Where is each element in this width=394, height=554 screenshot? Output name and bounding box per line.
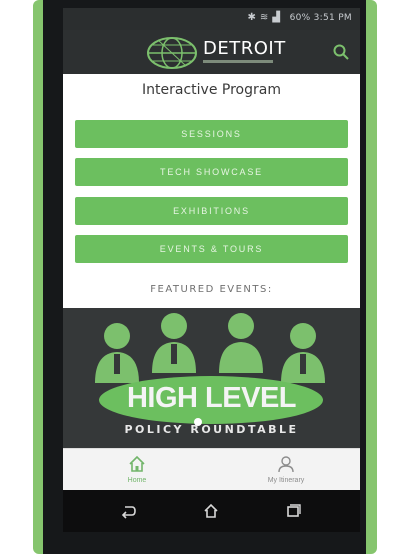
status-icons: ✱ ≋ ▟ [248, 12, 280, 23]
signal-icon: ▟ [272, 12, 280, 23]
battery-time: 60% 3:51 PM [289, 13, 352, 23]
sessions-button[interactable]: SESSIONS [75, 120, 348, 148]
featured-events-heading: FEATURED EVENTS: [150, 284, 273, 295]
featured-event-banner[interactable]: HIGH LEVEL POLICY ROUNDTABLE [63, 308, 360, 448]
tab-home-label: Home [127, 477, 147, 484]
logo-tagline-bar [203, 60, 273, 63]
wifi-icon: ≋ [259, 12, 269, 23]
recents-icon[interactable] [284, 502, 302, 520]
banner-title: HIGH LEVEL [126, 382, 297, 414]
events-tours-button[interactable]: EVENTS & TOURS [75, 235, 348, 263]
search-icon[interactable] [332, 43, 350, 61]
banner-subtitle: POLICY ROUNDTABLE [124, 423, 299, 436]
back-icon[interactable] [120, 502, 138, 520]
tab-home[interactable]: Home [63, 449, 211, 490]
bluetooth-icon: ✱ [247, 12, 256, 23]
app-screen: ✱ ≋ ▟ 60% 3:51 PM DETROIT Interactive Pr… [63, 8, 360, 490]
exhibitions-button[interactable]: EXHIBITIONS [75, 197, 348, 225]
app-bar: DETROIT [63, 30, 360, 74]
tab-my-itinerary[interactable]: My Itinerary [212, 449, 360, 490]
android-nav-bar [63, 490, 360, 532]
status-bar: ✱ ≋ ▟ 60% 3:51 PM [63, 8, 360, 30]
person-icon [278, 456, 294, 473]
tab-itinerary-label: My Itinerary [267, 477, 305, 484]
logo-text: DETROIT [203, 38, 286, 59]
section-title: Interactive Program [142, 82, 281, 98]
globe-logo-icon [147, 37, 197, 69]
home-icon [129, 455, 145, 472]
tech-showcase-button[interactable]: TECH SHOWCASE [75, 158, 348, 186]
home-nav-icon[interactable] [202, 502, 220, 520]
tab-bar: Home My Itinerary [63, 448, 360, 490]
